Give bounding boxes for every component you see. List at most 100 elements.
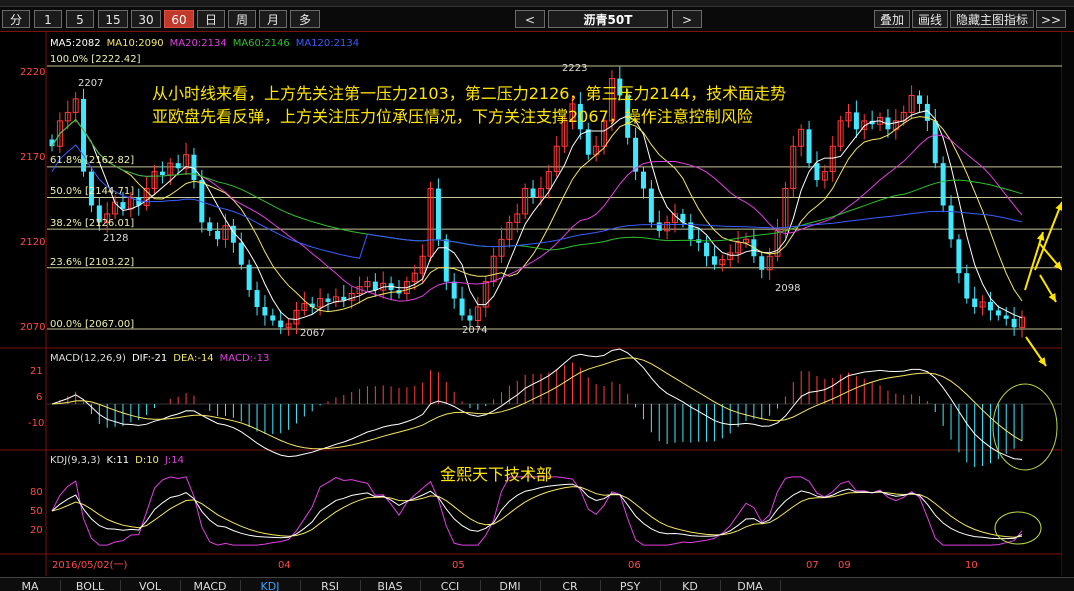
candle-body: [254, 290, 260, 308]
tab-ma[interactable]: MA: [0, 580, 61, 591]
tab-cr[interactable]: CR: [540, 580, 601, 591]
period-button-30[interactable]: 30: [131, 10, 161, 28]
tab-rsi[interactable]: RSI: [300, 580, 361, 591]
legend-item: DEA:-14: [173, 353, 213, 364]
candle-body: [459, 298, 465, 316]
candle: [806, 120, 812, 169]
candle: [742, 232, 749, 248]
candle: [956, 234, 962, 284]
overlay-button[interactable]: 叠加: [874, 10, 910, 28]
kdj-tick-20: 20: [30, 525, 43, 536]
candle-body: [995, 310, 1001, 316]
candle: [498, 227, 505, 264]
tab-dmi[interactable]: DMI: [480, 580, 541, 591]
candle: [514, 203, 521, 233]
candle: [759, 251, 765, 279]
hide-indicator-button[interactable]: 隐藏主图指标: [950, 10, 1034, 28]
tab-cci[interactable]: CCI: [420, 580, 481, 591]
price-mark-2067: 2067: [300, 328, 325, 339]
period-button-multi[interactable]: 多: [290, 10, 320, 28]
candle: [719, 254, 726, 272]
tab-dma[interactable]: DMA: [720, 580, 781, 591]
candle: [829, 136, 836, 182]
prev-instrument-button[interactable]: <: [515, 10, 545, 28]
macd-dea-line: [51, 357, 1023, 450]
candle: [341, 285, 347, 308]
period-button-week[interactable]: 周: [228, 10, 256, 28]
period-button-min[interactable]: 分: [2, 10, 30, 28]
candle: [553, 136, 560, 177]
time-month-06: 06: [628, 560, 641, 571]
candle-body: [814, 163, 820, 181]
period-button-day[interactable]: 日: [197, 10, 225, 28]
period-button-month[interactable]: 月: [259, 10, 287, 28]
period-button-60[interactable]: 60: [164, 10, 194, 28]
candle: [246, 259, 252, 297]
candle: [396, 279, 402, 299]
forecast-arrow: [1034, 201, 1063, 271]
more-button[interactable]: >>: [1036, 10, 1066, 28]
candle: [285, 318, 292, 336]
legend-item: MA10:2090: [107, 38, 164, 49]
candle-body: [640, 171, 646, 189]
next-instrument-button[interactable]: >: [672, 10, 702, 28]
kline-chart-svg[interactable]: MA5:2082 MA10:2090 MA20:2134 MA60:2146 MA120…: [0, 32, 1074, 576]
candle-body: [262, 307, 268, 316]
candle: [215, 222, 221, 247]
period-button-15[interactable]: 15: [98, 10, 128, 28]
tab-kdj[interactable]: KDJ: [240, 580, 301, 591]
forecast-arrow: [1039, 274, 1057, 303]
chart-area[interactable]: MA5:2082 MA10:2090 MA20:2134 MA60:2146 MA120…: [0, 32, 1074, 576]
candle-body: [443, 239, 449, 282]
draw-line-button[interactable]: 画线: [912, 10, 948, 28]
tab-boll[interactable]: BOLL: [60, 580, 121, 591]
candle-body: [972, 298, 978, 308]
candle: [845, 103, 852, 128]
y-tick-2170: 2170: [20, 152, 45, 163]
candle: [987, 291, 993, 321]
candle: [853, 100, 859, 138]
price-mark-2207: 2207: [78, 78, 103, 89]
candle-body: [120, 202, 126, 209]
time-month-04: 04: [278, 560, 291, 571]
ma-legend: MA5:2082 MA10:2090 MA20:2134 MA60:2146 MA120…: [50, 38, 359, 49]
y-tick-2220: 2220: [20, 67, 45, 78]
watermark-text: 金熙天下技术部: [440, 465, 552, 484]
tab-macd[interactable]: MACD: [180, 580, 241, 591]
candle: [751, 229, 757, 264]
instrument-name[interactable]: 沥青50T: [548, 10, 668, 28]
ma5-line: [51, 110, 1023, 321]
candle: [672, 203, 679, 233]
legend-item: MA5:2082: [50, 38, 101, 49]
candle: [325, 293, 331, 313]
macd-legend: MACD(12,26,9) DIF:-21 DEA:-14 MACD:-13: [50, 353, 269, 364]
fib-label-100: 100.0% [2222.42]: [50, 54, 141, 65]
period-button-1[interactable]: 1: [34, 10, 62, 28]
legend-item: J:14: [164, 455, 184, 466]
indicator-tabs: MA BOLL VOL MACD KDJ RSI BIAS CCI DMI CR…: [0, 577, 1074, 591]
candle-body: [175, 163, 181, 169]
candle: [916, 90, 922, 113]
fib-label-500: 50.0% [2144.71]: [50, 186, 134, 197]
ma10-line: [51, 116, 1023, 313]
forecast-arrow: [1024, 231, 1045, 291]
time-month-07: 07: [806, 560, 819, 571]
candle: [837, 115, 844, 152]
candle-body: [372, 281, 378, 291]
right-side-strip: [1062, 32, 1074, 576]
candle: [230, 219, 236, 253]
candle-body: [940, 163, 946, 206]
candle: [656, 210, 662, 238]
candle: [388, 276, 394, 301]
time-month-10: 10: [965, 560, 978, 571]
tab-kd[interactable]: KD: [660, 580, 721, 591]
tab-psy[interactable]: PSY: [600, 580, 661, 591]
forecast-arrow: [1039, 243, 1063, 271]
period-button-5[interactable]: 5: [66, 10, 94, 28]
tab-vol[interactable]: VOL: [120, 580, 181, 591]
candle: [270, 308, 276, 326]
ma20-line: [51, 118, 1023, 302]
tab-bias[interactable]: BIAS: [360, 580, 421, 591]
candle: [861, 114, 868, 140]
candle-body: [987, 301, 993, 311]
